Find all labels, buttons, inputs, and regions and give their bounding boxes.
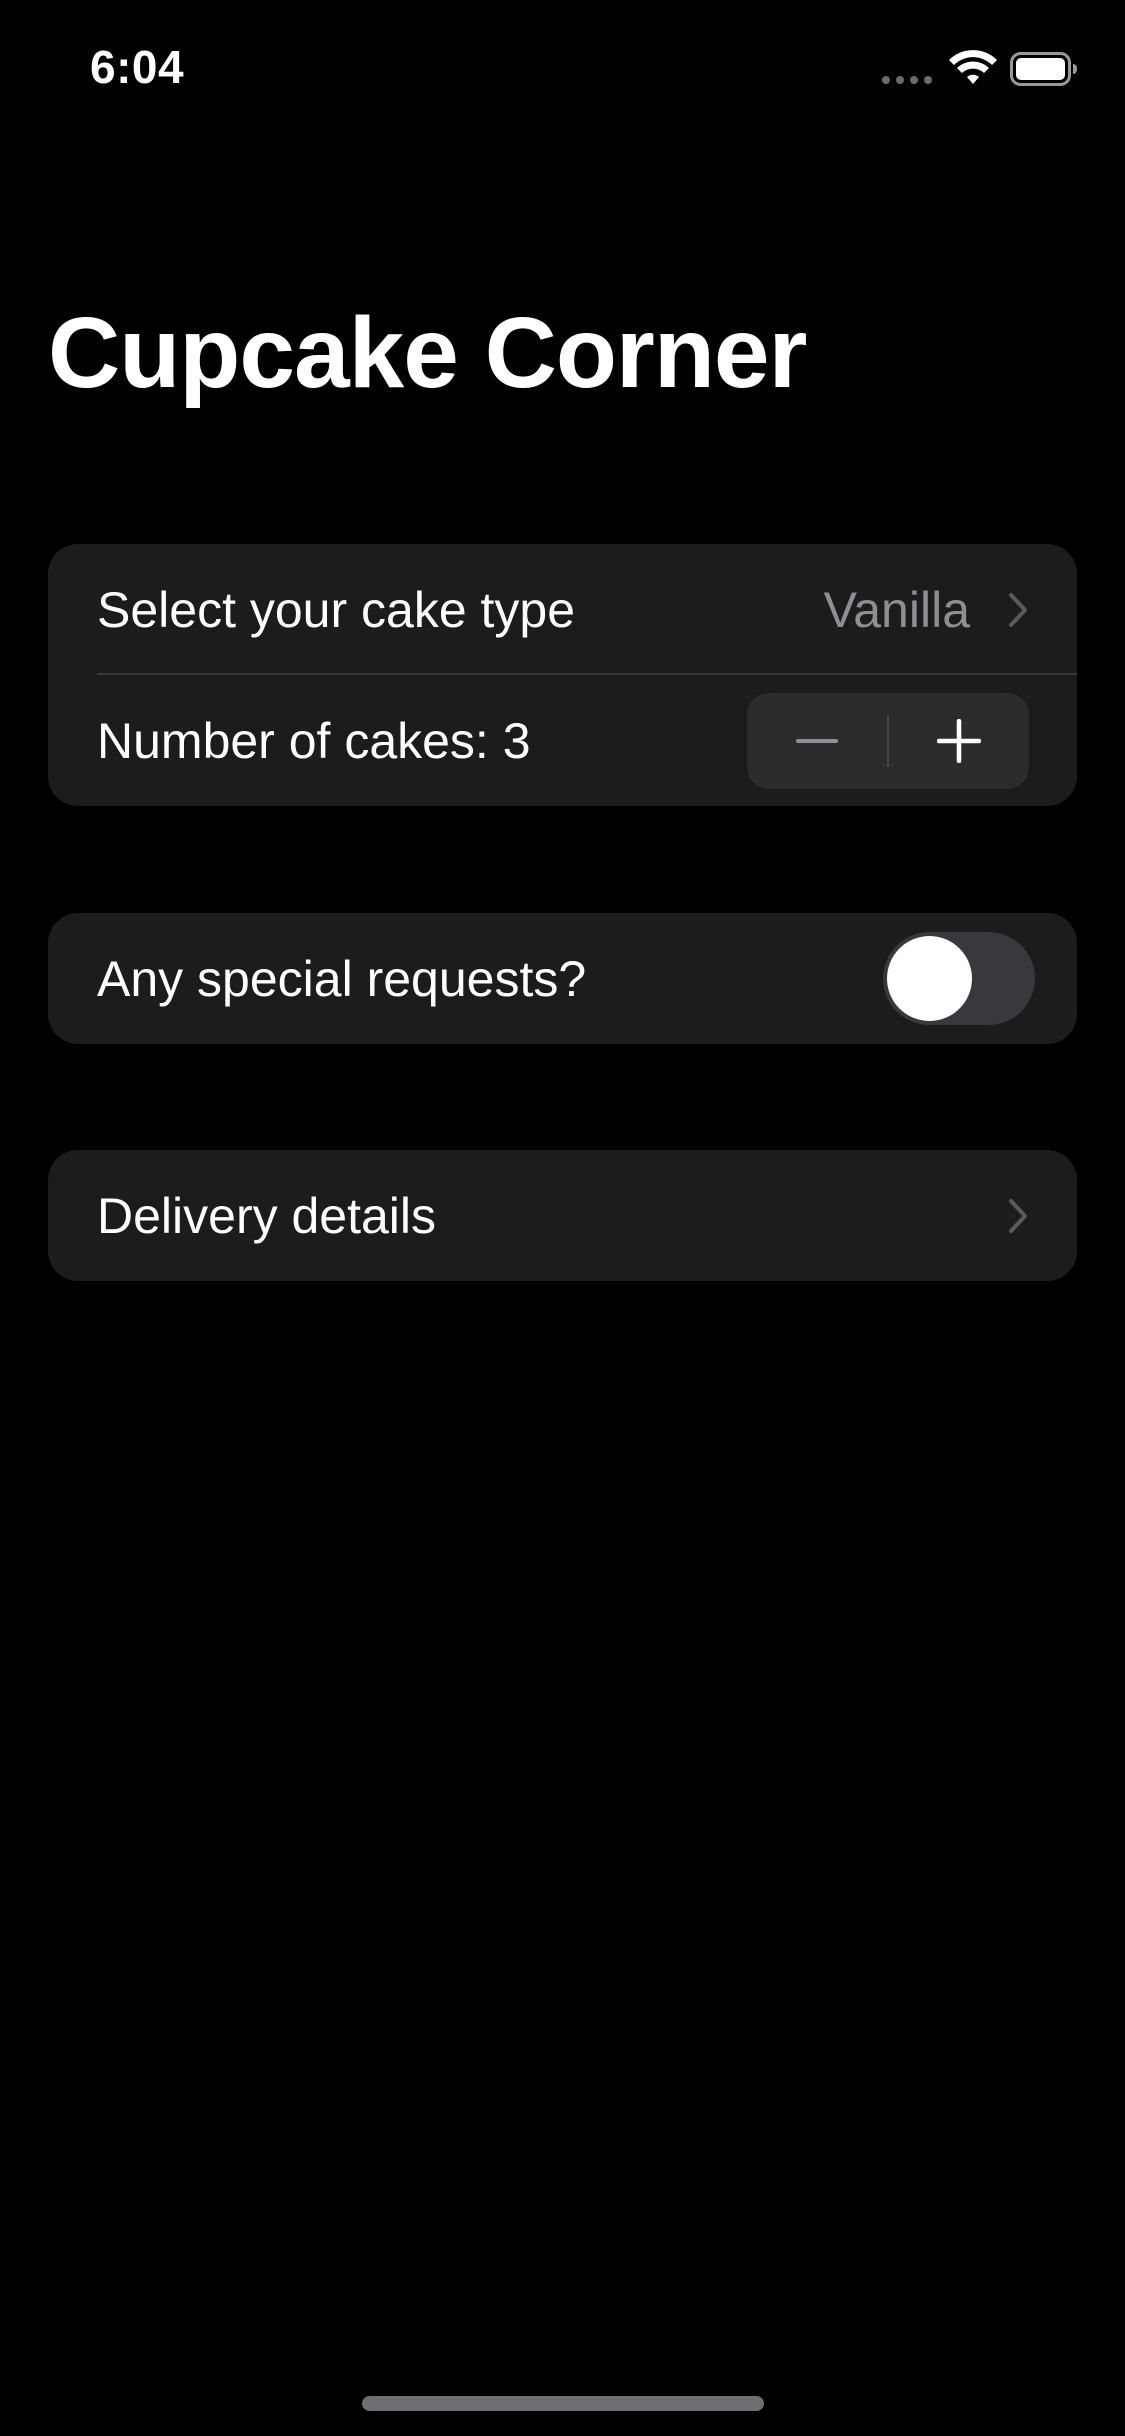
status-time: 6:04 — [90, 41, 185, 93]
cake-type-row[interactable]: Select your cake type Vanilla — [48, 544, 1077, 675]
special-requests-row: Any special requests? — [48, 913, 1077, 1044]
order-section: Select your cake type Vanilla Number of … — [48, 544, 1077, 806]
quantity-row: Number of cakes: 3 — [48, 675, 1077, 806]
quantity-stepper[interactable] — [747, 693, 1029, 789]
special-requests-section: Any special requests? — [48, 913, 1077, 1044]
battery-icon — [1010, 52, 1077, 86]
increment-button[interactable] — [889, 693, 1029, 789]
quantity-label: Number of cakes: 3 — [97, 712, 531, 769]
special-requests-toggle[interactable] — [883, 932, 1035, 1025]
delivery-details-row[interactable]: Delivery details — [48, 1150, 1077, 1281]
wifi-icon — [949, 50, 997, 84]
page-title: Cupcake Corner — [48, 297, 807, 409]
decrement-button[interactable] — [747, 693, 887, 789]
home-indicator[interactable] — [362, 2396, 764, 2411]
delivery-details-label: Delivery details — [97, 1187, 437, 1244]
chevron-right-icon — [1009, 592, 1027, 627]
cake-type-label: Select your cake type — [97, 581, 576, 638]
chevron-right-icon — [1009, 1198, 1027, 1233]
special-requests-label: Any special requests? — [97, 950, 587, 1007]
minus-icon — [796, 739, 838, 743]
plus-icon — [936, 719, 981, 763]
status-bar: 6:04 — [0, 0, 1125, 132]
toggle-knob — [887, 936, 972, 1021]
cake-type-value: Vanilla — [823, 581, 970, 638]
delivery-section: Delivery details — [48, 1150, 1077, 1281]
cellular-signal-icon — [882, 76, 932, 84]
